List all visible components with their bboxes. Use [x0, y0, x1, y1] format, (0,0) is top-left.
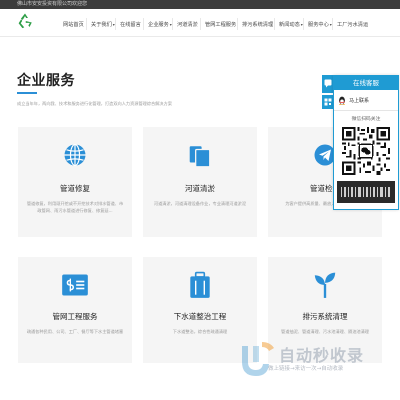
chat-icon — [324, 79, 332, 88]
card-title: 河道清淤 — [185, 184, 215, 193]
nav-label: 关于我们 — [91, 21, 112, 28]
nav-item-services[interactable]: 企业服务 ▾ — [143, 18, 172, 30]
documents-icon — [189, 146, 211, 168]
section-subtitle: 成立当年年，两向我、技术和服务进行化管理，打造双向人力资源管理综合解决方案 — [17, 101, 172, 106]
card-desc: 管道抽泥、管道清理、污水池清理、隔油池清理 — [281, 329, 369, 334]
main-nav: 网站首页 关于我们 ▾ 在线留言 企业服务 ▾ 河道清淤 管网工程服务 排污系统清理… — [57, 18, 369, 30]
service-card-pipe-repair[interactable]: 管道修复 管道修复，利用顽开挖或不开挖技术对排水管道、市政管网、雨污水管道进行修… — [18, 127, 132, 237]
luggage-icon — [190, 271, 210, 298]
globe-icon — [64, 143, 86, 167]
card-desc: 管道修复，利用顽开挖或不开挖技术对排水管道、市政管网、雨污水管道进行修复、修复延… — [26, 201, 124, 213]
online-service-panel: 在线客服 马上联系 微信扫码关注 — [333, 75, 399, 210]
wechat-qrcode — [342, 127, 390, 175]
top-bar: 佛山市安安投资有限公司欢迎您 — [0, 0, 400, 9]
nav-label: 网站首页 — [63, 21, 84, 28]
card-desc: 河道清淤，河道清理设备作业，专业清理河道淤泥 — [153, 201, 247, 206]
nav-label: 河道清淤 — [177, 21, 198, 28]
barcode-pattern-icon — [341, 187, 390, 197]
nav-item-message[interactable]: 在线留言 — [115, 18, 143, 30]
panel-header: 在线客服 — [334, 76, 398, 90]
service-card-river-dredging[interactable]: 河道清淤 河道清淤，河道清理设备作业，专业清理河道淤泥 — [143, 127, 257, 237]
qrcode-icon — [324, 98, 332, 106]
nav-label: 在线留言 — [120, 21, 141, 28]
nav-label: 排污系统清理 — [242, 21, 274, 28]
nav-item-sewage-cleaning[interactable]: 排污系统清理 — [237, 18, 274, 30]
qq-penguin-icon — [338, 96, 346, 105]
scan-label: 微信扫码关注 — [351, 117, 381, 122]
card-title: 管网工程服务 — [52, 312, 98, 321]
nav-item-service-center[interactable]: 服务中心 ▾ — [303, 18, 332, 30]
card-title: 排污系统清理 — [302, 312, 348, 321]
panel-divider — [334, 110, 398, 111]
card-desc: 下水道整治，综合性疏通清理 — [172, 329, 228, 334]
card-desc: 疏通各种民用、公司、工厂、餐厅等下水主管道堵塞 — [26, 329, 124, 334]
service-card-pipe-network[interactable]: 管网工程服务 疏通各种民用、公司、工厂、餐厅等下水主管道堵塞 — [18, 257, 132, 363]
card-title: 管道修复 — [60, 184, 90, 193]
nav-label: 管网工程服务 — [205, 21, 237, 28]
nav-label: 企业服务 — [148, 21, 169, 28]
nav-item-factory-wastewater[interactable]: 工厂污水清运 — [332, 18, 369, 30]
credit-card-icon — [62, 274, 88, 296]
nav-item-about[interactable]: 关于我们 ▾ — [86, 18, 115, 30]
section-title: 企业服务 — [17, 73, 75, 89]
watermark-title: 自动秒收录 — [279, 346, 365, 365]
nav-item-river-dredging[interactable]: 河道清淤 — [172, 18, 200, 30]
qq-contact-link[interactable]: 马上联系 — [338, 95, 369, 105]
welcome-text: 佛山市安安投资有限公司欢迎您 — [17, 1, 88, 7]
panel-bottom-banner — [337, 181, 395, 203]
title-underline — [17, 92, 37, 94]
nav-label: 工厂污水清运 — [337, 21, 369, 28]
qq-contact-label: 马上联系 — [349, 97, 370, 104]
sprout-icon — [314, 272, 336, 298]
nav-item-news[interactable]: 新闻动态 ▾ — [274, 18, 303, 30]
nav-item-home[interactable]: 网站首页 — [57, 18, 86, 30]
card-title: 下水道整治工程 — [173, 312, 227, 321]
nav-label: 服务中心 — [308, 21, 329, 28]
watermark-subtitle: 做上链接→来访一次→自动收录 — [268, 366, 344, 372]
nav-label: 新闻动态 — [279, 21, 300, 28]
recycle-logo-icon[interactable] — [16, 12, 34, 30]
nav-item-pipe-network[interactable]: 管网工程服务 — [200, 18, 237, 30]
